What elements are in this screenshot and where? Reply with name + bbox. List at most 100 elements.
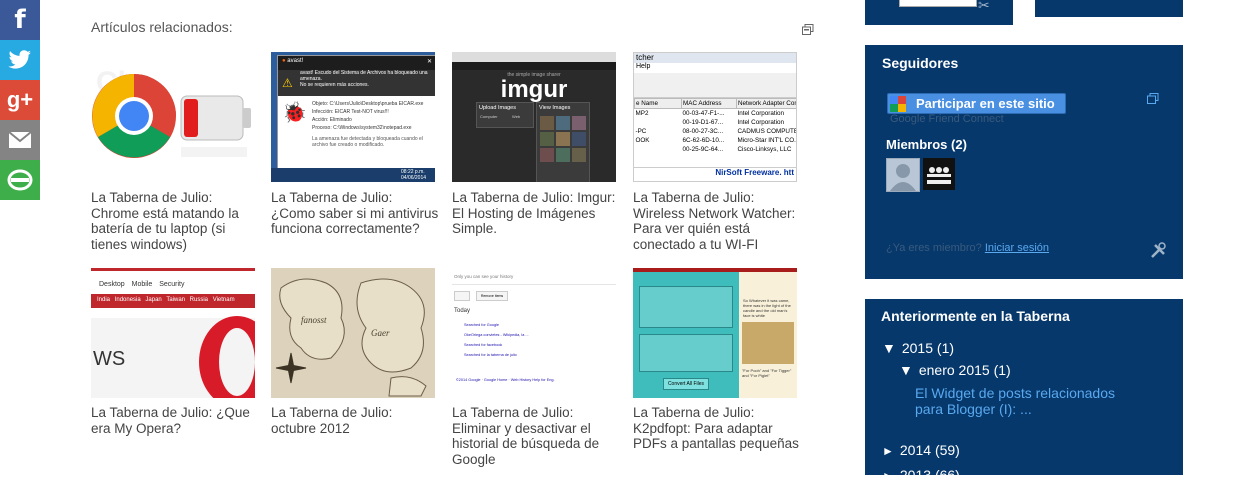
history-list: Searched for Google OkeOriega convietes …	[464, 323, 529, 357]
sign-in-link[interactable]: Iniciar sesión	[985, 242, 1049, 254]
twitter-share-button[interactable]	[0, 40, 40, 80]
related-caption-8[interactable]: La Taberna de Julio: K2pdfopt: Para adap…	[633, 405, 801, 452]
checkbox	[454, 291, 470, 301]
nirsoft-footer: NirSoft Freeware. htt	[634, 167, 796, 181]
column-header: e Name	[634, 98, 682, 109]
sign-in-row: ¿Ya eres miembro? Iniciar sesión	[886, 242, 1049, 254]
member-avatar-2[interactable]	[923, 158, 955, 190]
followers-widget: Seguidores Participar en este sitio Goog…	[865, 45, 1183, 279]
twitter-icon	[8, 50, 32, 69]
computer-button: Computer	[480, 114, 498, 119]
archive-year-2015[interactable]: ▼ 2015 (1)	[882, 340, 954, 356]
history-notice: Only you can see your history	[454, 274, 514, 279]
more-share-button[interactable]	[0, 160, 40, 200]
facebook-icon: f	[14, 5, 26, 35]
column-header: Network Adapter Comp	[736, 98, 796, 109]
related-thumb-7[interactable]: Only you can see your history Remove ite…	[452, 268, 616, 398]
warning-icon: ⚠	[282, 76, 293, 90]
archive-post-link[interactable]: El Widget de posts relacionados para Blo…	[915, 385, 1135, 417]
help-menu: Help	[636, 63, 651, 70]
email-share-button[interactable]	[0, 120, 40, 160]
tools-icon[interactable]	[1149, 242, 1167, 260]
divider	[452, 284, 616, 285]
collapse-arrow-icon[interactable]: ▼	[882, 340, 896, 356]
archive-year-2014[interactable]: ► 2014 (59)	[882, 442, 960, 458]
table-row: 00-19-D1-67... Intel Corporation	[682, 119, 785, 126]
archive-title: Anteriormente en la Taberna	[881, 308, 1070, 324]
avast-header: avast! Escudo del Sistema de Archivos ha…	[278, 70, 435, 96]
related-thumb-4[interactable]: tcher Help e Name MAC Address Network Ad…	[633, 52, 797, 182]
popout-icon[interactable]	[1147, 93, 1159, 104]
avast-title: avast!	[287, 58, 304, 64]
avatar-image-icon	[923, 158, 955, 190]
avast-footer: La amenaza fue detectada y bloqueada cua…	[312, 136, 423, 148]
archive-year-2013[interactable]: ► 2013 (66)	[882, 467, 960, 483]
google-friend-connect-icon	[890, 95, 906, 112]
already-member-text: ¿Ya eres miembro?	[886, 242, 982, 254]
members-count: Miembros (2)	[886, 137, 967, 152]
related-thumb-2[interactable]: ● avast! ✕ avast! Escudo del Sistema de A…	[271, 52, 435, 182]
expand-arrow-icon[interactable]: ►	[882, 469, 894, 483]
envelope-icon	[8, 131, 32, 148]
opera-countries: India Indonesia Japan Taiwan Russia Viet…	[91, 294, 255, 308]
avast-submessage: No se requieren más acciones.	[300, 82, 369, 88]
avast-row: Objeto: C:\Users\Julio\Desktop\prueba EI…	[312, 101, 424, 107]
collapse-arrow-icon[interactable]: ▼	[899, 362, 913, 378]
image-grid	[537, 113, 589, 165]
upload-label: Upload Images	[479, 105, 516, 111]
today-label: Today	[454, 308, 471, 314]
avast-dialog: ● avast! ✕ avast! Escudo del Sistema de A…	[277, 55, 435, 169]
options-box	[639, 334, 733, 372]
options-box	[639, 286, 733, 328]
related-thumb-3[interactable]: the simple image sharer imgur Upload Ima…	[452, 52, 616, 182]
related-caption-3[interactable]: La Taberna de Julio: Imgur: El Hosting d…	[452, 190, 620, 237]
browser-bar	[452, 52, 616, 62]
related-caption-1[interactable]: La Taberna de Julio: Chrome está matando…	[91, 190, 259, 252]
archive-widget: Anteriormente en la Taberna ▼ 2015 (1) ▼ e…	[865, 299, 1183, 483]
avast-row: Infección: EICAR Test-NOT virus!!!	[312, 109, 389, 115]
join-site-button[interactable]: Participar en este sitio	[887, 93, 1066, 114]
related-caption-7[interactable]: La Taberna de Julio: Eliminar y desactiv…	[452, 405, 620, 467]
share-icon	[7, 169, 33, 191]
member-avatar-1[interactable]	[886, 158, 920, 192]
tools-icon[interactable]: ✂	[978, 0, 990, 14]
avast-row: Acción: Eliminado	[312, 117, 352, 123]
related-caption-5[interactable]: La Taberna de Julio: ¿Que era My Opera?	[91, 405, 259, 436]
google-plus-share-button[interactable]: g+	[0, 80, 40, 120]
popout-icon[interactable]	[802, 24, 814, 35]
social-share-bar: f g+	[0, 0, 40, 200]
preview-caption: "For Pooh" and "For Tigger" and "For Pig…	[742, 368, 792, 378]
expand-arrow-icon[interactable]: ►	[882, 444, 894, 458]
archive-month-jan-2015[interactable]: ▼ enero 2015 (1)	[899, 362, 1011, 378]
search-input[interactable]	[899, 0, 977, 7]
bug-icon: 🐞	[282, 102, 307, 124]
table-row: 00-25-9C-64... Cisco-Linksys, LLC	[682, 146, 792, 153]
toolbar	[634, 73, 796, 98]
browser-tabs	[452, 62, 616, 70]
history-footer: ©2014 Google · Google Home · Web History…	[456, 378, 555, 382]
related-thumb-5[interactable]: Desktop Mobile Security India Indonesia …	[91, 268, 255, 398]
related-thumb-6[interactable]: fanosst Gaer	[271, 268, 435, 398]
related-thumb-8[interactable]: Convert All Files So Whatever it was cam…	[633, 268, 797, 398]
opera-logo-icon	[199, 316, 255, 398]
related-caption-6[interactable]: La Taberna de Julio: octubre 2012	[271, 405, 439, 436]
opera-nav: Desktop Mobile Security	[99, 281, 185, 288]
view-panel: View Images	[536, 102, 590, 182]
chrome-battery-image: Ch	[91, 52, 255, 182]
illustration	[742, 322, 794, 364]
join-site-label: Participar en este sitio	[916, 96, 1055, 111]
taskbar: 08:22 p.m. 04/06/2014	[271, 168, 435, 182]
svg-text:Gaer: Gaer	[371, 328, 390, 338]
related-caption-4[interactable]: La Taberna de Julio: Wireless Network Wa…	[633, 190, 801, 252]
window-titlebar: tcher	[634, 53, 796, 63]
close-icon: ✕	[426, 59, 432, 65]
sidebar-widget-top-left: ✂	[865, 0, 1013, 25]
devices-table: e Name MAC Address Network Adapter Comp …	[634, 98, 797, 154]
related-thumb-1[interactable]: Ch	[91, 52, 255, 182]
opera-hero-text: WS	[93, 348, 126, 370]
table-row: -PC08-00-27-3C...CADMUS COMPUTER S	[635, 128, 797, 135]
followers-title: Seguidores	[882, 55, 959, 71]
table-header: e Name MAC Address Network Adapter Comp	[634, 98, 796, 109]
facebook-share-button[interactable]: f	[0, 0, 40, 40]
related-caption-2[interactable]: La Taberna de Julio: ¿Como saber si mi a…	[271, 190, 439, 237]
